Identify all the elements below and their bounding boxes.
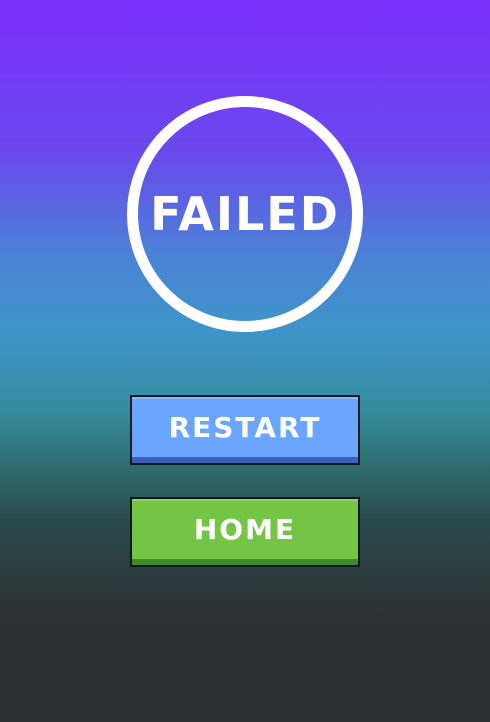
- restart-button-label: RESTART: [168, 411, 322, 444]
- home-button[interactable]: HOME: [130, 497, 360, 567]
- failed-title: FAILED: [150, 187, 340, 241]
- restart-button[interactable]: RESTART: [130, 395, 360, 465]
- failed-badge: FAILED: [127, 96, 363, 332]
- home-button-label: HOME: [193, 513, 297, 546]
